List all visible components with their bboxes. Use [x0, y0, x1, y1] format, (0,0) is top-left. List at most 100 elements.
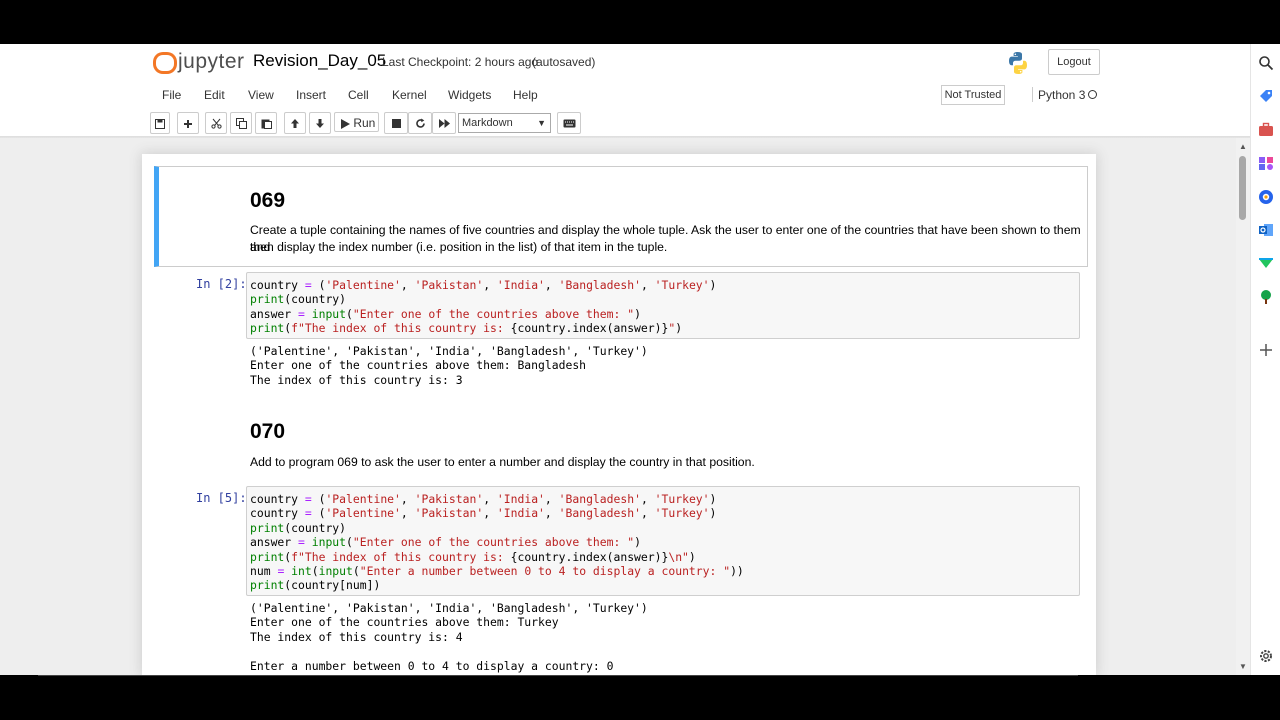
cell-type-value: Markdown — [462, 117, 513, 129]
games-icon[interactable] — [1258, 155, 1274, 171]
output-line: Enter a number between 0 to 4 to display… — [250, 658, 614, 673]
menu-insert[interactable]: Insert — [296, 88, 326, 102]
browser-side-panel — [1250, 44, 1280, 675]
output-area-5: ('Palentine', 'Pakistan', 'India', 'Bang… — [250, 601, 648, 673]
restart-icon — [415, 118, 425, 129]
code-line: num = int(input("Enter a number between … — [250, 564, 744, 579]
logo-text: jupyter — [178, 50, 245, 73]
code-line: country = ('Palentine', 'Pakistan', 'Ind… — [250, 492, 717, 506]
kernel-divider — [1032, 87, 1033, 102]
arrow-down-icon — [316, 119, 324, 129]
chevron-down-icon: ▼ — [537, 118, 546, 128]
menu-help[interactable]: Help — [513, 88, 538, 102]
code-editor-5[interactable]: country = ('Palentine', 'Pakistan', 'Ind… — [246, 486, 1080, 596]
kernel-name[interactable]: Python 3 — [1038, 88, 1085, 102]
move-up-button[interactable] — [284, 112, 306, 134]
autosave-status: (autosaved) — [532, 55, 596, 69]
copy-icon — [235, 118, 247, 130]
copy-button[interactable] — [230, 112, 252, 134]
cell-type-select[interactable]: Markdown ▼ — [458, 113, 551, 133]
python-logo-icon — [1009, 52, 1027, 74]
output-line: Enter one of the countries above them: T… — [250, 615, 559, 630]
code-line: print(f"The index of this country is: {c… — [250, 321, 683, 336]
menu-view[interactable]: View — [248, 88, 274, 102]
code-line: print(country[num]) — [250, 578, 381, 593]
save-icon — [155, 118, 165, 129]
progress-line — [38, 675, 1078, 676]
command-palette-button[interactable] — [557, 112, 581, 134]
output-line: Enter one of the countries above them: B… — [250, 358, 587, 373]
toolbar: Run Markdown ▼ — [0, 112, 1250, 136]
save-button[interactable] — [150, 112, 170, 134]
code-lines-2: country = ('Palentine', 'Pakistan', 'Ind… — [250, 278, 716, 336]
output-line: The index of this country is: 3 — [250, 372, 463, 387]
interrupt-button[interactable] — [384, 112, 408, 134]
menu-kernel[interactable]: Kernel — [392, 88, 427, 102]
input-prompt-2: In [2]: — [196, 277, 247, 291]
stop-icon — [391, 119, 401, 129]
plus-icon — [184, 119, 192, 128]
code-line: print(f"The index of this country is: {c… — [250, 549, 696, 564]
output-line: ('Palentine', 'Pakistan', 'India', 'Bang… — [250, 344, 648, 358]
tag-icon[interactable] — [1258, 88, 1274, 104]
briefcase-icon[interactable] — [1258, 122, 1274, 138]
input-prompt-5: In [5]: — [196, 491, 247, 505]
cell-heading-070: 070 — [250, 420, 286, 443]
cut-button[interactable] — [205, 112, 227, 134]
code-line: country = ('Palentine', 'Pakistan', 'Ind… — [250, 278, 717, 292]
code-line: print(country) — [250, 520, 347, 535]
kernel-idle-icon — [1088, 90, 1097, 99]
scroll-down-icon[interactable]: ▼ — [1239, 662, 1247, 671]
output-line: ('Palentine', 'Pakistan', 'India', 'Bang… — [250, 601, 648, 615]
paste-button[interactable] — [255, 112, 277, 134]
jupyter-logo[interactable]: jupyter — [152, 50, 245, 74]
restart-run-all-button[interactable] — [432, 112, 456, 134]
cell-heading-069: 069 — [250, 189, 286, 212]
insert-cell-button[interactable] — [177, 112, 199, 134]
copilot-icon[interactable] — [1258, 189, 1274, 205]
output-line: The index of this country is: 4 — [250, 629, 463, 644]
code-line: country = ('Palentine', 'Pakistan', 'Ind… — [250, 506, 717, 521]
taskbar-strip — [0, 675, 1280, 720]
paste-icon — [261, 119, 272, 130]
checkpoint-status: Last Checkpoint: 2 hours ago — [382, 55, 539, 69]
cell-text-069-line2: then display the index number (i.e. posi… — [250, 240, 668, 254]
code-line: answer = input("Enter one of the countri… — [250, 306, 641, 321]
run-button[interactable]: Run — [334, 112, 379, 132]
drop-icon[interactable] — [1258, 255, 1274, 271]
scissors-icon — [210, 119, 222, 129]
keyboard-icon — [563, 119, 575, 128]
notebook-title[interactable]: Revision_Day_05 — [253, 51, 386, 71]
restart-button[interactable] — [408, 112, 432, 134]
code-line: answer = input("Enter one of the countri… — [250, 535, 641, 550]
menu-edit[interactable]: Edit — [204, 88, 225, 102]
move-down-button[interactable] — [309, 112, 331, 134]
menu-cell[interactable]: Cell — [348, 88, 369, 102]
notebook-container: 069 Create a tuple containing the names … — [142, 154, 1096, 675]
run-label: Run — [353, 116, 376, 130]
code-editor-2[interactable]: country = ('Palentine', 'Pakistan', 'Ind… — [246, 272, 1080, 339]
logout-button[interactable]: Logout — [1048, 49, 1100, 75]
add-icon[interactable] — [1258, 342, 1274, 358]
output-area-2: ('Palentine', 'Pakistan', 'India', 'Bang… — [250, 344, 648, 387]
outlook-icon[interactable] — [1258, 222, 1274, 238]
menu-file[interactable]: File — [162, 88, 181, 102]
search-icon[interactable] — [1258, 55, 1274, 71]
scroll-up-icon[interactable]: ▲ — [1239, 142, 1247, 151]
play-icon — [341, 118, 350, 129]
trust-indicator[interactable]: Not Trusted — [941, 85, 1005, 105]
jupyter-logo-icon — [152, 50, 177, 74]
code-line: print(country) — [250, 292, 347, 307]
code-lines-5: country = ('Palentine', 'Pakistan', 'Ind… — [250, 492, 744, 593]
tree-icon[interactable] — [1258, 289, 1274, 305]
settings-gear-icon[interactable] — [1258, 648, 1274, 664]
scrollbar-thumb[interactable] — [1239, 156, 1246, 220]
menu-widgets[interactable]: Widgets — [448, 88, 491, 102]
notebook-header: jupyter Revision_Day_05 Last Checkpoint:… — [0, 44, 1250, 136]
browser-viewport: jupyter Revision_Day_05 Last Checkpoint:… — [0, 44, 1280, 675]
page-scrollbar[interactable]: ▲ ▼ — [1236, 138, 1250, 675]
cell-text-070: Add to program 069 to ask the user to en… — [250, 455, 755, 469]
fast-forward-icon — [438, 119, 450, 129]
arrow-up-icon — [291, 119, 299, 129]
